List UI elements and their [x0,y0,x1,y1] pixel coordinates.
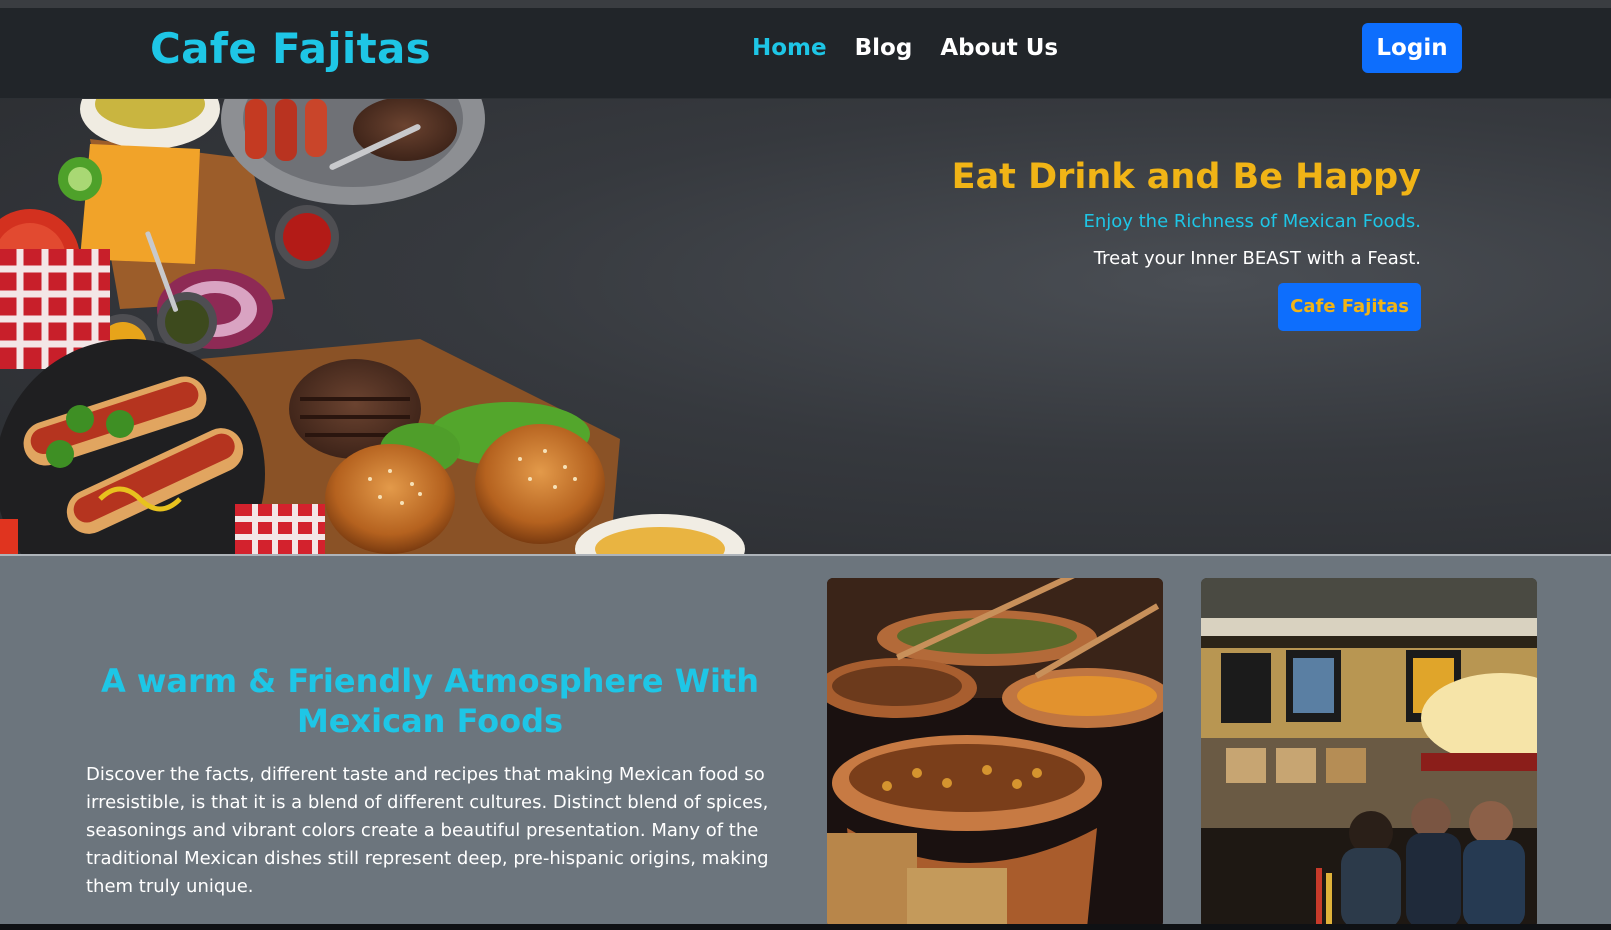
nav-links: Home Blog About Us [752,35,1058,61]
navbar: Cafe Fajitas Home Blog About Us Login [0,8,1611,99]
login-button[interactable]: Login [1362,23,1462,73]
restaurant-interior-image [1201,578,1537,924]
nav-link-about-us[interactable]: About Us [940,35,1058,61]
food-pots-image [827,578,1163,924]
hero-food-image [0,99,745,554]
top-border [0,0,1611,8]
hero-subtitle: Enjoy the Richness of Mexican Foods. [1083,211,1421,232]
nav-link-blog[interactable]: Blog [855,35,913,61]
brand-logo[interactable]: Cafe Fajitas [150,24,431,73]
hero-banner: Eat Drink and Be Happy Enjoy the Richnes… [0,99,1611,554]
hero-title: Eat Drink and Be Happy [951,157,1421,197]
about-title: A warm & Friendly Atmosphere With Mexica… [100,662,760,740]
hero-tagline: Treat your Inner BEAST with a Feast. [1093,248,1421,269]
about-section: A warm & Friendly Atmosphere With Mexica… [0,556,1611,924]
bottom-border [0,924,1611,930]
hero-cafe-button[interactable]: Cafe Fajitas [1278,283,1421,331]
nav-link-home[interactable]: Home [752,35,827,61]
hero-text: Eat Drink and Be Happy Enjoy the Richnes… [952,157,1421,331]
about-body: Discover the facts, different taste and … [86,764,769,897]
